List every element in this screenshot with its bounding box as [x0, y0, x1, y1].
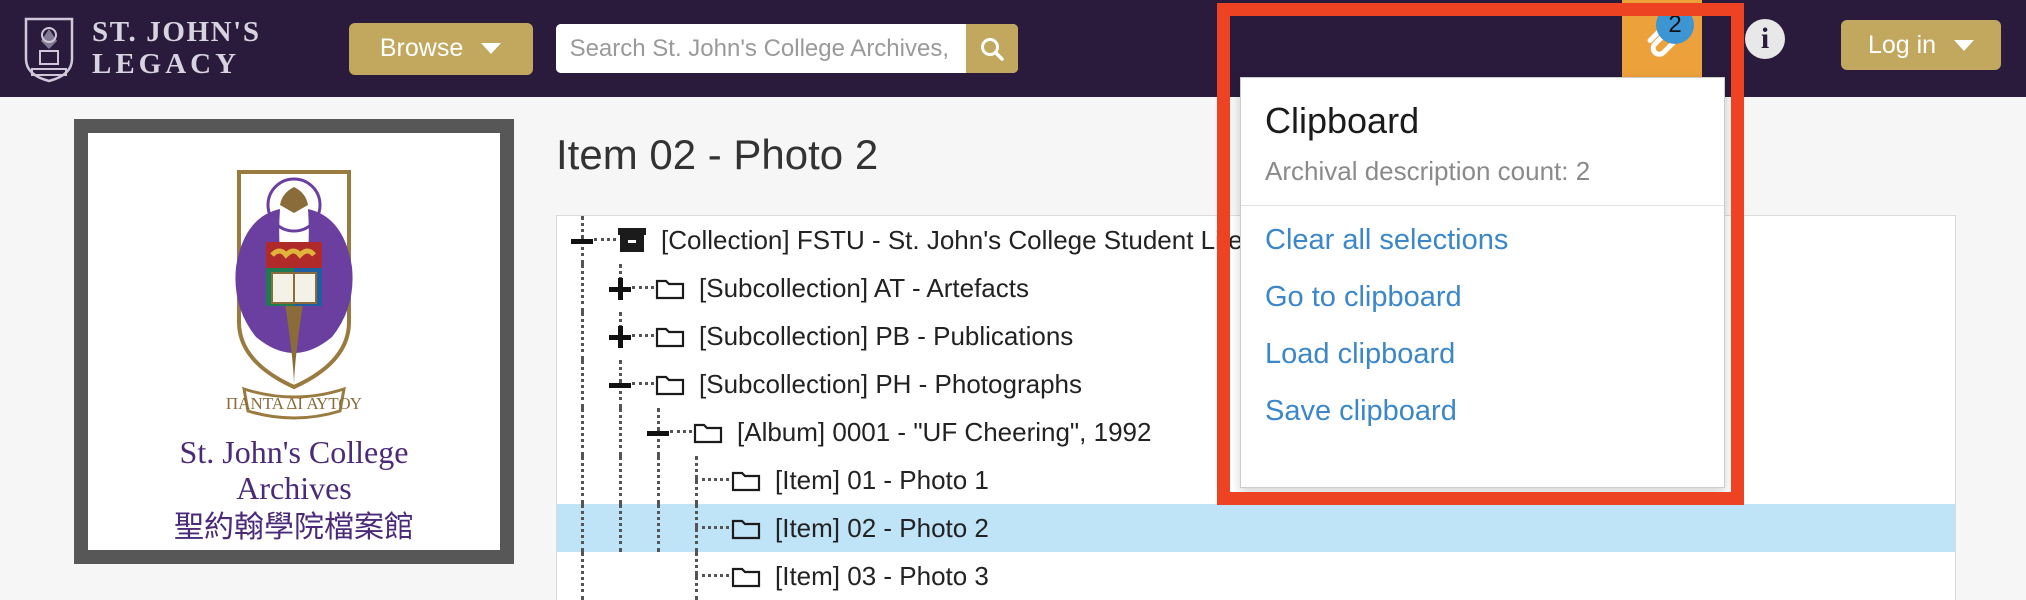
- brand-line-2: LEGACY: [92, 47, 241, 80]
- folder-icon: [731, 515, 765, 541]
- folder-icon: [731, 467, 765, 493]
- clipboard-panel-header: Clipboard Archival description count: 2: [1241, 78, 1724, 205]
- search-icon: [980, 37, 1004, 61]
- caret-down-icon: [1954, 39, 1975, 51]
- tree-gutter: [557, 264, 655, 312]
- folder-icon: [655, 275, 689, 301]
- folder-icon: [655, 371, 689, 397]
- logo-caption-line-1: St. John's College: [179, 434, 409, 470]
- search-input[interactable]: [555, 24, 966, 73]
- browse-button-label: Browse: [379, 34, 464, 62]
- info-icon: i: [1760, 22, 1770, 55]
- login-button-label: Log in: [1867, 30, 1937, 59]
- tree-row-label: [Subcollection] AT - Artefacts: [699, 272, 1029, 303]
- logo-caption-cjk: 聖約翰學院檔案館: [174, 510, 414, 544]
- login-button[interactable]: Log in: [1841, 20, 2001, 70]
- tree-gutter: [557, 312, 655, 360]
- clipboard-link-load-clipboard[interactable]: Load clipboard: [1241, 326, 1724, 383]
- info-button[interactable]: i: [1745, 19, 1785, 59]
- clipboard-button[interactable]: 2: [1622, 0, 1702, 77]
- folder-icon: [655, 375, 685, 396]
- tree-gutter: [557, 504, 731, 552]
- clipboard-count-badge: 2: [1656, 6, 1694, 44]
- folder-icon: [731, 563, 765, 589]
- tree-row-label: [Subcollection] PH - Photographs: [699, 368, 1082, 399]
- browse-button[interactable]: Browse: [348, 22, 533, 75]
- tree-row-label: [Item] 03 - Photo 3: [775, 560, 989, 591]
- archive-box-icon: [617, 226, 651, 254]
- folder-icon: [731, 567, 761, 588]
- tree-toggle-plus-icon[interactable]: [609, 326, 631, 348]
- tree-toggle-plus-icon[interactable]: [609, 278, 631, 300]
- clipboard-panel-title: Clipboard: [1265, 100, 1420, 141]
- tree-row[interactable]: [Item] 02 - Photo 2: [557, 504, 1955, 552]
- tree-toggle-minus-icon[interactable]: [647, 422, 669, 444]
- clipboard-link-save-clipboard[interactable]: Save clipboard: [1241, 383, 1724, 440]
- tree-gutter: [557, 552, 731, 600]
- folder-icon: [731, 471, 761, 492]
- clipboard-link-clear-all-selections[interactable]: Clear all selections: [1241, 212, 1724, 269]
- clipboard-link-go-to-clipboard[interactable]: Go to clipboard: [1241, 269, 1724, 326]
- brand-text: ST. JOHN'S LEGACY: [92, 16, 261, 80]
- tree-gutter: [557, 360, 655, 408]
- tree-row[interactable]: [Item] 03 - Photo 3: [557, 552, 1955, 600]
- college-crest-icon: [24, 17, 74, 82]
- folder-icon: [693, 423, 723, 444]
- college-crest-large-icon: ΠΑΝΤΑ ΔΙ ΑΥΤΟΥ: [226, 170, 362, 420]
- tree-gutter: [557, 456, 731, 504]
- tree-row-label: [Album] 0001 - "UF Cheering", 1992: [737, 416, 1152, 447]
- tree-row-label: [Item] 01 - Photo 1: [775, 464, 989, 495]
- search-button[interactable]: [965, 24, 1018, 73]
- tree-gutter: [557, 216, 617, 264]
- tree-row-label: [Item] 02 - Photo 2: [775, 512, 989, 543]
- logo-caption-line-2: Archives: [236, 469, 352, 506]
- tree-toggle-minus-icon[interactable]: [571, 230, 593, 252]
- clipboard-description-count: Archival description count: 2: [1265, 156, 1591, 186]
- folder-icon: [693, 419, 727, 445]
- tree-row-label: [Subcollection] PB - Publications: [699, 320, 1074, 351]
- clipboard-links-list: Clear all selections Go to clipboard Load …: [1241, 206, 1724, 462]
- brand-line-1: ST. JOHN'S: [92, 16, 261, 49]
- clipboard-dropdown-panel: Clipboard Archival description count: 2 …: [1240, 77, 1725, 488]
- page-title: Item 02 - Photo 2: [556, 131, 879, 178]
- search-box[interactable]: [555, 24, 1018, 73]
- tree-gutter: [557, 408, 693, 456]
- caret-down-icon: [481, 43, 502, 54]
- folder-icon: [655, 279, 685, 300]
- folder-icon: [731, 519, 761, 540]
- folder-icon: [655, 327, 685, 348]
- archives-logo-panel: ΠΑΝΤΑ ΔΙ ΑΥΤΟΥ St. John's College Archiv…: [74, 119, 514, 564]
- brand-logo[interactable]: ST. JOHN'S LEGACY: [22, 15, 261, 83]
- tree-toggle-minus-icon[interactable]: [609, 374, 631, 396]
- archive-box-icon: [618, 228, 646, 252]
- archives-logo-caption: St. John's College Archives 聖約翰學院檔案館: [88, 434, 500, 544]
- folder-icon: [655, 323, 689, 349]
- crest-motto-text: ΠΑΝΤΑ ΔΙ ΑΥΤΟΥ: [226, 394, 362, 413]
- tree-row-label: [Collection] FSTU - St. John's College S…: [661, 224, 1243, 255]
